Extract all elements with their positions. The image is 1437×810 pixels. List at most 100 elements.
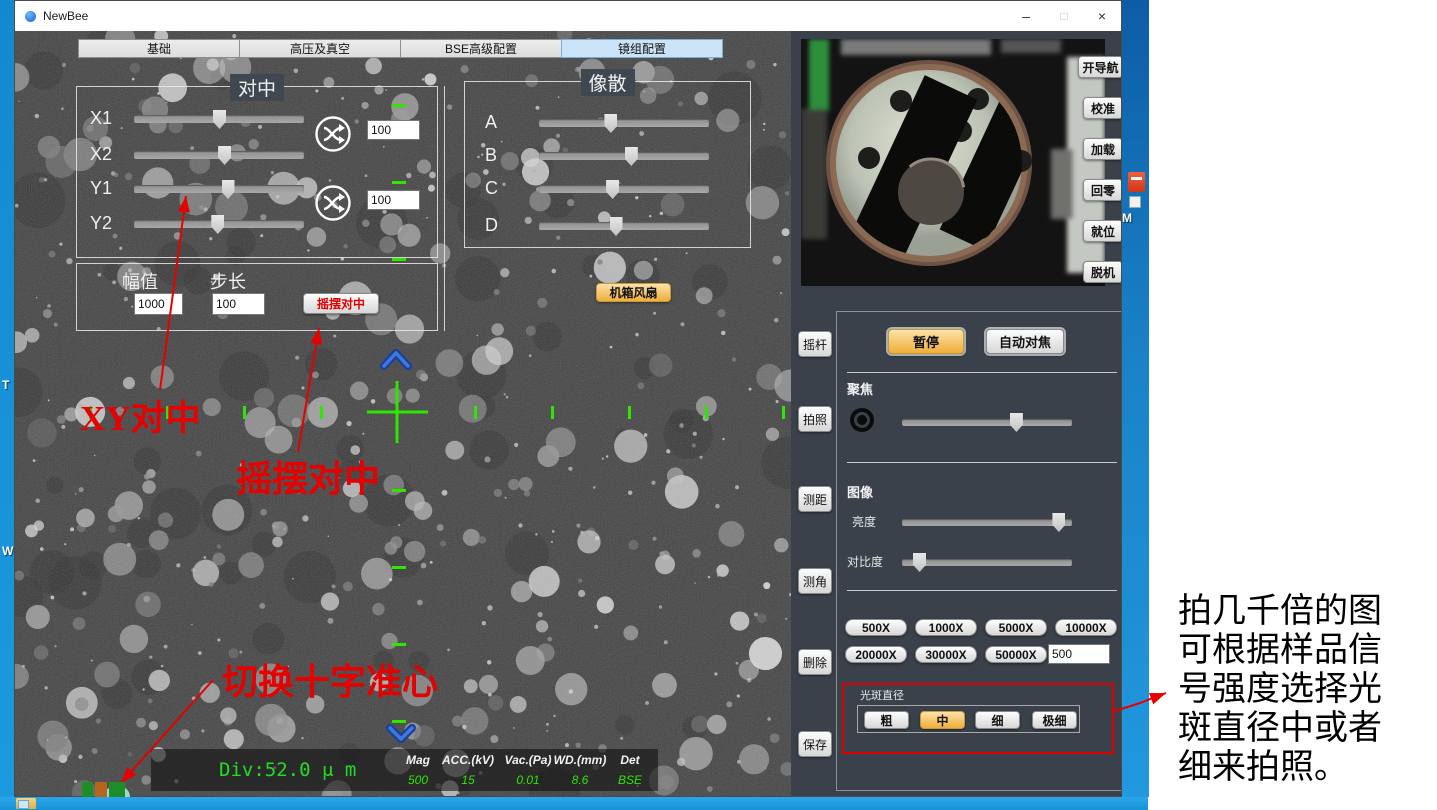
file-explorer-icon[interactable] — [16, 798, 36, 809]
tool-button-6[interactable]: 保存 — [798, 731, 832, 757]
taskbar-mini-icon — [95, 782, 107, 797]
taskbar[interactable] — [0, 797, 1148, 810]
wobble-shuffle-icon[interactable] — [314, 184, 352, 222]
mag-button-5000x[interactable]: 5000X — [985, 619, 1047, 636]
side-note-line: 拍几千倍的图 — [1178, 592, 1434, 631]
desktop-file-icon[interactable] — [1129, 196, 1141, 208]
astigmatism-slider-track[interactable] — [539, 119, 709, 127]
focus-slider-thumb[interactable] — [1010, 413, 1023, 432]
contrast-slider-thumb[interactable] — [913, 553, 926, 572]
close-button[interactable]: × — [1083, 1, 1121, 31]
nav-button-3[interactable]: 加载 — [1083, 138, 1122, 160]
desktop-app-icon[interactable] — [1128, 172, 1145, 192]
centering-slider-track[interactable] — [134, 185, 304, 193]
side-note-line: 细来拍照。 — [1178, 748, 1434, 787]
tab-1[interactable]: 基础 — [78, 39, 240, 58]
side-note-line: 号强度选择光 — [1178, 670, 1434, 709]
tool-button-1[interactable]: 摇杆 — [798, 331, 832, 357]
astigmatism-group: 像散 ABCD — [464, 81, 751, 248]
window-title: NewBee — [43, 9, 88, 23]
tab-4[interactable]: 镜组配置 — [561, 39, 723, 58]
brightness-slider-track[interactable] — [902, 519, 1072, 526]
centering-label: Y1 — [90, 178, 112, 199]
brightness-slider-thumb[interactable] — [1052, 513, 1065, 532]
mag-button-30000x[interactable]: 30000X — [915, 646, 977, 663]
wobble-centering-button[interactable]: 摇摆对中 — [303, 293, 379, 314]
image-label: 图像 — [847, 482, 873, 501]
status-header: ACC.(kV) — [439, 753, 497, 767]
status-value: BSE — [601, 773, 659, 787]
nav-button-6[interactable]: 脱机 — [1083, 261, 1122, 283]
centering-group-title: 对中 — [230, 74, 284, 101]
nav-button-5[interactable]: 就位 — [1083, 220, 1122, 242]
mag-button-50000x[interactable]: 50000X — [985, 646, 1047, 663]
nav-button-4[interactable]: 回零 — [1083, 179, 1122, 201]
tool-button-4[interactable]: 测角 — [798, 568, 832, 594]
status-value: 15 — [439, 773, 497, 787]
mag-button-20000x[interactable]: 20000X — [845, 646, 907, 663]
astigmatism-group-title: 像散 — [580, 69, 634, 96]
contrast-slider-track[interactable] — [902, 559, 1072, 566]
desktop-icon-label-m: M — [1122, 211, 1132, 225]
tab-3[interactable]: BSE高级配置 — [400, 39, 562, 58]
autofocus-button[interactable]: 自动对焦 — [986, 329, 1064, 354]
step-input[interactable] — [212, 293, 265, 315]
annotation-red-box — [842, 683, 1114, 754]
tab-2[interactable]: 高压及真空 — [239, 39, 401, 58]
centering-slider-thumb[interactable] — [222, 180, 235, 199]
divider — [847, 590, 1117, 591]
centering-slider-thumb[interactable] — [218, 146, 231, 165]
amplitude-label: 幅值 — [122, 268, 158, 294]
step-label: 步长 — [210, 268, 246, 294]
astigmatism-label: C — [485, 178, 498, 199]
desktop-icon-label-t: T — [2, 378, 9, 392]
centering-group: 对中 X1X2Y1Y2 — [76, 86, 438, 258]
nav-button-1[interactable]: 开导航 — [1078, 56, 1122, 78]
side-note-line: 斑直径中或者 — [1178, 709, 1434, 748]
astigmatism-slider-thumb[interactable] — [606, 180, 619, 199]
brightness-label: 亮度 — [852, 513, 876, 530]
status-column-acckv: ACC.(kV) 15 — [439, 753, 497, 789]
chassis-fan-button[interactable]: 机箱风扇 — [596, 283, 671, 302]
tool-button-3[interactable]: 测距 — [798, 486, 832, 512]
minimize-button[interactable]: – — [1007, 1, 1045, 31]
status-header: Vac.(Pa) — [499, 753, 557, 767]
mag-button-1000x[interactable]: 1000X — [915, 619, 977, 636]
side-note-text: 拍几千倍的图可根据样品信号强度选择光斑直径中或者细来拍照。 — [1178, 592, 1434, 787]
astigmatism-slider-thumb[interactable] — [604, 114, 617, 133]
wobble-shuffle-icon[interactable] — [314, 115, 352, 153]
window-controls: – □ × — [1007, 1, 1121, 31]
focus-record-icon[interactable] — [850, 408, 874, 432]
control-panel: 暂停 自动对焦 聚焦 图像 亮度 对比度 500X1000X5000X10000… — [836, 311, 1122, 791]
centering-slider-thumb[interactable] — [211, 215, 224, 234]
tool-button-2[interactable]: 拍照 — [798, 406, 832, 432]
titlebar[interactable]: NewBee – □ × — [15, 1, 1121, 31]
status-value: 0.01 — [499, 773, 557, 787]
centering-slider-thumb[interactable] — [213, 110, 226, 129]
divider — [847, 462, 1117, 463]
divider — [847, 372, 1117, 373]
wobble-x-value-input[interactable] — [367, 120, 420, 140]
amplitude-input[interactable] — [134, 293, 183, 315]
focus-slider-track[interactable] — [902, 419, 1072, 426]
astigmatism-slider-track[interactable] — [539, 222, 709, 230]
wobble-y-value-input[interactable] — [367, 190, 420, 210]
maximize-button[interactable]: □ — [1045, 1, 1083, 31]
taskbar-mini-icon — [109, 782, 125, 797]
tool-button-5[interactable]: 删除 — [798, 649, 832, 675]
astigmatism-slider-track[interactable] — [539, 152, 709, 160]
group-divider — [444, 86, 445, 331]
centering-label: X2 — [90, 144, 112, 165]
mag-button-500x[interactable]: 500X — [845, 619, 907, 636]
astigmatism-slider-thumb[interactable] — [610, 217, 623, 236]
astigmatism-slider-thumb[interactable] — [625, 147, 638, 166]
annotation-toggle-crosshair: 切换十字准心 — [222, 653, 438, 705]
division-readout: Div:52.0 μ m — [219, 759, 356, 781]
nav-button-2[interactable]: 校准 — [1083, 97, 1122, 119]
magnification-input[interactable] — [1048, 644, 1110, 664]
desktop-right-strip: M — [1122, 0, 1149, 797]
mag-button-10000x[interactable]: 10000X — [1055, 619, 1117, 636]
pause-button[interactable]: 暂停 — [888, 329, 964, 354]
screen: T W M NewBee – □ × 基础高压及真空BSE高级配置镜组 — [0, 0, 1437, 810]
astigmatism-slider-track[interactable] — [539, 185, 709, 193]
